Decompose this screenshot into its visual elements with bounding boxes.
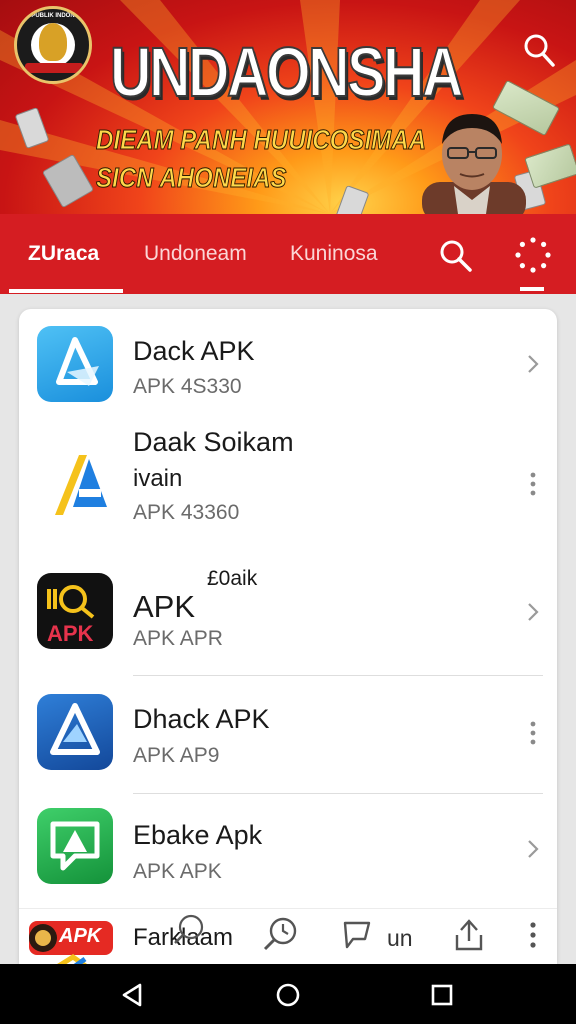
garuda-emblem: REPUBLIK INDONESIA [14,6,92,84]
banner-title: UNDAONSHA [109,32,464,112]
tab-zuraca[interactable]: ZUraca [28,242,99,266]
bottom-button-text[interactable]: un [387,925,413,952]
a-triangle-icon [37,694,113,770]
app-title: Dack APK [133,336,255,366]
tab-bar: ZUraca Undoneam Kuninosa [0,214,576,294]
a-chat-icon [37,808,113,884]
app-subtitle: APK 43360 [133,501,240,524]
list-item[interactable]: Dack APK APK 4S330 [19,309,557,419]
banner-subtitle-1: DIEAM PANH HUUICOSIMAA [96,124,427,156]
tab-kuninosa[interactable]: Kuninosa [290,242,378,266]
tab-undoneam[interactable]: Undoneam [144,242,247,266]
more-vert-icon[interactable] [527,471,539,497]
app-subtitle: APK 4S330 [133,375,242,398]
loading-spinner-icon[interactable] [514,236,552,274]
active-tab-indicator [9,289,123,293]
garuda-icon [39,23,67,61]
apk-search-icon: APK [37,573,113,649]
app-title: APK [133,589,196,624]
app-subtitle: APK APR [133,627,223,650]
chevron-right-icon[interactable] [523,838,543,860]
share-icon[interactable] [449,915,489,955]
banner-subtitle-2: SICN AHONEIAS [96,162,287,194]
more-vert-icon[interactable] [523,915,543,955]
app-title: Daak Soikam [133,427,294,457]
app-extra-text: ivain [133,465,183,492]
a-triangle-icon [37,326,113,402]
header-banner: REPUBLIK INDONESIA UNDAONSHA DIEAM PANH … [0,0,576,214]
a-letter-icon [37,445,113,521]
list-item[interactable]: Daak Soikam ivain APK 43360 [19,419,557,549]
back-icon[interactable] [118,980,148,1010]
search-icon[interactable] [522,30,556,70]
emblem-text: REPUBLIK INDONESIA [23,13,89,19]
chevron-right-icon[interactable] [523,601,543,623]
app-subtitle: APK APK [133,860,222,883]
more-vert-icon[interactable] [527,720,539,746]
svg-text:APK: APK [47,621,94,646]
app-subtitle: APK AP9 [133,744,220,767]
person-photo [422,114,526,214]
app-title: Ebake Apk [133,820,263,850]
search-icon[interactable] [438,238,474,274]
system-navigation-bar [0,964,576,1024]
app-list: Dack APK APK 4S330 Daak Soikam ivain APK… [19,309,557,971]
app-title: Dhack APK [133,704,270,734]
list-item[interactable]: Ebake Apk APK APK [19,794,557,908]
emblem-ribbon [25,63,83,73]
bottom-toolbar: APK Farklaam un [19,908,557,972]
list-item[interactable]: APK APK £0aik APK APR [19,549,557,674]
home-icon[interactable] [273,980,303,1010]
tab-indicator [520,287,544,291]
app-title-superscript: £0aik [207,567,258,590]
recents-icon[interactable] [427,980,457,1010]
chevron-right-icon[interactable] [523,353,543,375]
list-item[interactable]: Dhack APK APK AP9 [19,676,557,794]
search-icon[interactable] [169,911,209,951]
apk-logo-text: APK [59,925,102,947]
chat-icon[interactable] [339,915,379,955]
time-search-icon[interactable] [261,915,301,955]
